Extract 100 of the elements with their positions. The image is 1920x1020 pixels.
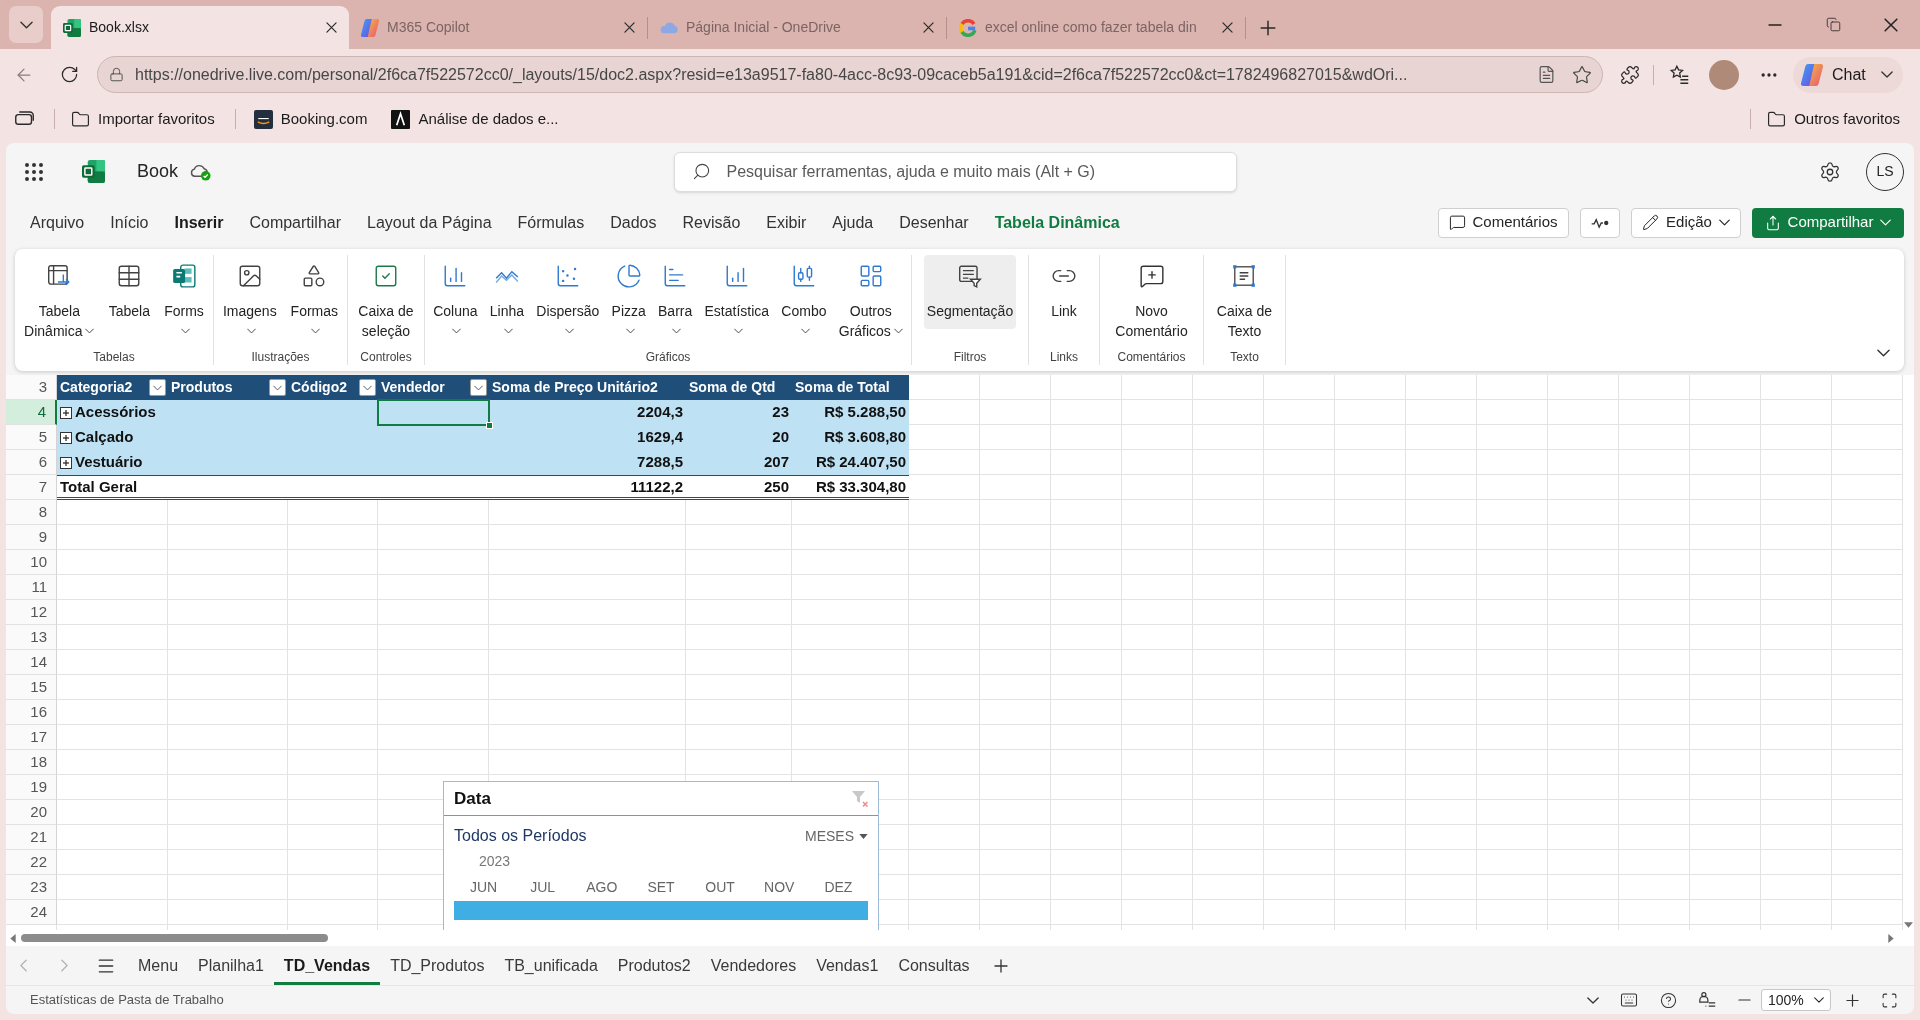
row-number[interactable]: 7 (6, 475, 57, 500)
row-number[interactable]: 18 (6, 750, 57, 775)
ribbon-button[interactable]: Tabela (105, 255, 153, 329)
bookmark-link[interactable]: Booking.com (247, 104, 374, 134)
address-field[interactable]: https://onedrive.live.com/personal/2f6ca7f522572cc0/_layouts/15/doc2.aspx?resid=e13a9517-fa80-4acc-8c93-09caceb5a191&cid=2f6ca7f522572cc0&ct=1782496827015&wdOri... (97, 56, 1603, 93)
row-number[interactable]: 11 (6, 575, 57, 600)
ribbon-button[interactable]: Outros Gráficos (835, 255, 906, 349)
minimize-icon[interactable] (1768, 23, 1782, 26)
ribbon-tab[interactable]: Layout da Página (354, 205, 505, 240)
zoom-in-icon[interactable] (1846, 993, 1859, 1007)
accessibility-icon[interactable] (1699, 992, 1716, 1008)
ribbon-button[interactable]: Novo Comentário (1112, 255, 1191, 349)
sheet-tab[interactable]: Produtos2 (607, 946, 701, 985)
row-number[interactable]: 8 (6, 500, 57, 525)
scroll-left-arrow-icon[interactable] (10, 933, 16, 943)
row-number[interactable]: 19 (6, 775, 57, 800)
ribbon-button[interactable]: Caixa de Texto (1213, 255, 1276, 349)
ribbon-tab[interactable]: Inserir (161, 205, 237, 240)
close-icon[interactable] (1222, 22, 1233, 33)
ribbon-tab[interactable]: Desenhar (886, 205, 982, 240)
time-level-dropdown[interactable]: MESES (805, 825, 868, 847)
bookmark-link[interactable]: Importar favoritos (65, 104, 221, 134)
ribbon-button[interactable]: Coluna (430, 255, 481, 349)
close-icon[interactable] (624, 22, 635, 33)
ribbon-button[interactable]: Forms (161, 255, 207, 349)
row-number[interactable]: 23 (6, 875, 57, 900)
keyboard-icon[interactable] (1620, 991, 1638, 1009)
ribbon-tab[interactable]: Dados (597, 205, 670, 240)
add-sheet-icon[interactable] (993, 958, 1008, 973)
new-tab-icon[interactable] (1260, 19, 1276, 36)
row-number[interactable]: 20 (6, 800, 57, 825)
row-number[interactable]: 14 (6, 650, 57, 675)
chevron-down-icon[interactable] (1587, 996, 1599, 1004)
row-number[interactable]: 13 (6, 625, 57, 650)
ribbon-tab[interactable]: Tabela Dinâmica (981, 205, 1133, 240)
row-number[interactable]: 21 (6, 825, 57, 850)
ribbon-tab[interactable]: Ajuda (819, 205, 887, 240)
ribbon-button[interactable]: Caixa de seleção (355, 255, 417, 349)
row-number[interactable]: 3 (6, 375, 57, 400)
sheet-tab[interactable]: Vendedores (700, 946, 807, 985)
sheet-tab[interactable]: Vendas1 (806, 946, 889, 985)
sheet-tab[interactable]: Planilha1 (188, 946, 274, 985)
ribbon-button[interactable]: Link (1048, 255, 1080, 329)
row-number[interactable]: 16 (6, 700, 57, 725)
fullscreen-icon[interactable] (1881, 991, 1898, 1009)
ribbon-button[interactable]: Segmentação (923, 255, 1017, 329)
star-list-icon[interactable] (1669, 64, 1690, 85)
scrollbar-thumb[interactable] (21, 934, 328, 942)
refresh-icon[interactable] (60, 65, 79, 84)
ribbon-tab[interactable]: Início (97, 205, 162, 240)
close-icon[interactable] (326, 22, 337, 33)
favorite-star-icon[interactable] (1572, 64, 1592, 85)
search-field[interactable]: Pesquisar ferramentas, ajuda e muito mais (Alt + G) (673, 151, 1237, 192)
sheet-tab[interactable]: Menu (128, 946, 189, 985)
editing-mode-dropdown[interactable]: Edição (1631, 207, 1741, 238)
row-number[interactable]: 4 (6, 400, 57, 425)
help-icon[interactable] (1660, 991, 1677, 1009)
ribbon-button[interactable]: Dispersão (533, 255, 603, 349)
ribbon-tab[interactable]: Arquivo (17, 205, 98, 240)
scroll-down-arrow-icon[interactable] (1904, 922, 1913, 928)
ribbon-button[interactable]: Tabela Dinâmica (21, 255, 98, 349)
settings-icon[interactable] (1819, 160, 1841, 183)
stacked-cards-icon[interactable] (14, 110, 35, 128)
row-number[interactable]: 15 (6, 675, 57, 700)
bookmark-folder[interactable]: Outros favoritos (1761, 104, 1906, 134)
status-text[interactable]: Estatísticas de Pasta de Trabalho (30, 990, 224, 1010)
row-number[interactable]: 5 (6, 425, 57, 450)
expand-icon[interactable] (60, 406, 72, 419)
sheet-tab[interactable]: Consultas (888, 946, 980, 985)
filter-button[interactable] (269, 379, 286, 396)
ribbon-tab[interactable]: Revisão (669, 205, 754, 240)
row-number[interactable]: 9 (6, 525, 57, 550)
filter-button[interactable] (359, 379, 376, 396)
document-icon[interactable] (1537, 65, 1556, 84)
ribbon-button[interactable]: Estatística (701, 255, 773, 349)
scroll-right-arrow-icon[interactable] (1888, 933, 1894, 943)
close-icon[interactable] (1884, 17, 1898, 32)
ribbon-button[interactable]: Combo (778, 255, 830, 349)
share-button[interactable]: Compartilhar (1752, 207, 1904, 238)
browser-tab[interactable]: Book.xlsx (51, 6, 349, 49)
row-number[interactable]: 6 (6, 450, 57, 475)
row-number[interactable]: 12 (6, 600, 57, 625)
row-number[interactable]: 17 (6, 725, 57, 750)
row-number[interactable]: 24 (6, 900, 57, 925)
chat-button[interactable]: Chat (1793, 56, 1903, 93)
comments-button[interactable]: Comentários (1438, 207, 1569, 238)
ribbon-button[interactable]: Barra (655, 255, 696, 349)
extensions-icon[interactable] (1620, 64, 1640, 85)
ribbon-tab[interactable]: Fórmulas (504, 205, 598, 240)
zoom-dropdown[interactable]: 100% (1761, 989, 1831, 1011)
activity-button[interactable] (1580, 207, 1620, 238)
ribbon-button[interactable]: Formas (287, 255, 342, 349)
row-number[interactable]: 10 (6, 550, 57, 575)
ribbon-tab[interactable]: Exibir (753, 205, 820, 240)
ribbon-tab[interactable]: Compartilhar (236, 205, 354, 240)
sheet-tab[interactable]: TD_Vendas (273, 946, 381, 985)
expand-icon[interactable] (60, 431, 72, 444)
filter-button[interactable] (149, 379, 166, 396)
row-number[interactable]: 22 (6, 850, 57, 875)
sheet-tab[interactable]: TB_unificada (494, 946, 608, 985)
